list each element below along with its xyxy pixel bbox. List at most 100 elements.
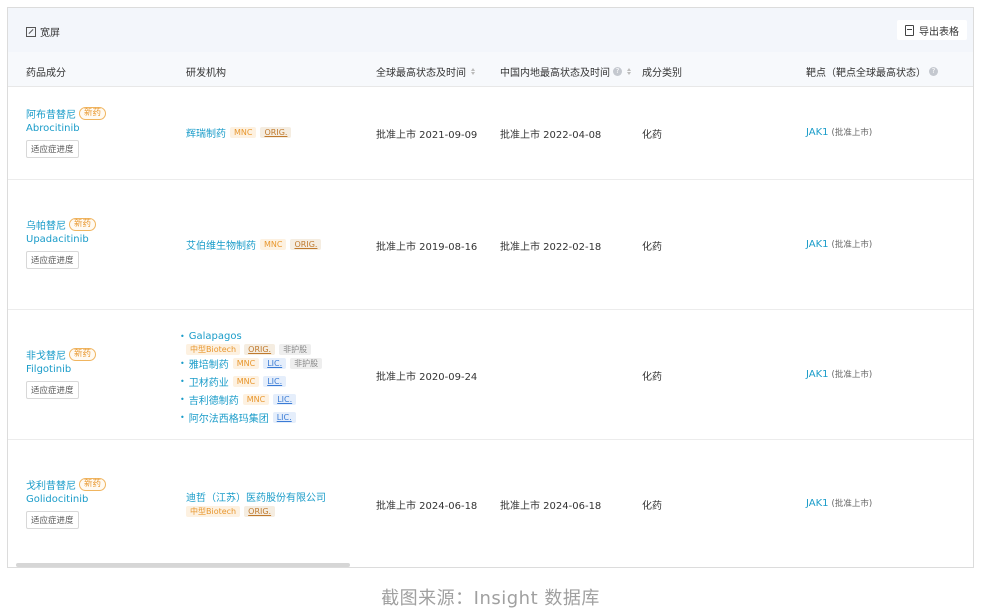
- export-label: 导出表格: [919, 26, 959, 38]
- screenshot-caption: 截图来源：Insight 数据库: [381, 588, 600, 609]
- sort-icon[interactable]: [471, 68, 475, 75]
- table-panel: 宽屏 导出表格 药品成分 研发机构 全球最高状态及时间 中国内地最高状态及时间 …: [7, 7, 974, 568]
- drug-en-name[interactable]: Upadacitinib: [26, 234, 96, 245]
- org-name[interactable]: 辉瑞制药: [186, 125, 226, 140]
- sort-icon[interactable]: [627, 68, 631, 75]
- org-cell: 艾伯维生物制药 MNC ORIG.: [186, 237, 322, 252]
- drug-cell: 阿布昔替尼 新药 Abrocitinib 适应症进度: [26, 106, 107, 158]
- target-link[interactable]: JAK1: [806, 239, 829, 250]
- indication-progress-button[interactable]: 适应症进度: [26, 251, 79, 269]
- new-drug-badge: 新药: [69, 348, 97, 361]
- orig-tag[interactable]: ORIG.: [290, 239, 322, 250]
- mnc-tag: MNC: [232, 358, 260, 369]
- wide-screen-label: 宽屏: [40, 28, 60, 39]
- drug-cn-name[interactable]: 阿布昔替尼: [26, 106, 76, 121]
- indication-progress-button[interactable]: 适应症进度: [26, 511, 79, 529]
- expand-icon: [26, 26, 36, 37]
- table-row: 乌帕替尼 新药 Upadacitinib 适应症进度 艾伯维生物制药 MNC OR…: [8, 179, 973, 310]
- table-row: 阿布昔替尼 新药 Abrocitinib 适应症进度 辉瑞制药 MNC ORIG.…: [8, 86, 973, 180]
- target-status: (批准上市): [831, 128, 873, 138]
- drug-cell: 非戈替尼 新药 Filgotinib 适应症进度: [26, 347, 97, 399]
- col-target: 靶点（靶点全球最高状态） ?: [806, 64, 938, 79]
- target-cell: JAK1 (批准上市): [806, 238, 872, 250]
- org-name[interactable]: 阿尔法西格玛集团: [189, 410, 269, 425]
- target-cell: JAK1 (批准上市): [806, 126, 872, 138]
- orig-tag[interactable]: ORIG.: [260, 127, 292, 138]
- biotech-tag: 中型Biotech: [186, 506, 241, 517]
- drug-cn-name[interactable]: 乌帕替尼: [26, 217, 66, 232]
- table-row: 非戈替尼 新药 Filgotinib 适应症进度 • Galapagos 中型Bio…: [8, 309, 973, 440]
- target-cell: JAK1 (批准上市): [806, 368, 872, 380]
- org-item: • Galapagos: [180, 331, 242, 342]
- table-header: 药品成分 研发机构 全球最高状态及时间 中国内地最高状态及时间 ? 成分类别 靶…: [8, 52, 973, 87]
- toolbar: 宽屏 导出表格: [8, 8, 973, 52]
- org-item: • 阿尔法西格玛集团 LIC.: [180, 410, 322, 425]
- indication-progress-button[interactable]: 适应症进度: [26, 381, 79, 399]
- lic-tag[interactable]: LIC.: [273, 394, 297, 405]
- org-item: • 卫材药业 MNC LIC.: [180, 374, 322, 389]
- lic-tag[interactable]: LIC.: [263, 376, 287, 387]
- target-status: (批准上市): [831, 240, 873, 250]
- org-item: • 吉利德制药 MNC LIC.: [180, 392, 322, 407]
- target-status: (批准上市): [831, 370, 873, 380]
- non-listed-tag: 非护股: [290, 358, 323, 369]
- component-type: 化药: [642, 130, 662, 141]
- drug-en-name[interactable]: Golidocitinib: [26, 494, 106, 505]
- org-name[interactable]: 卫材药业: [189, 374, 229, 389]
- biotech-tag: 中型Biotech: [186, 344, 241, 355]
- org-cell: 辉瑞制药 MNC ORIG.: [186, 125, 292, 140]
- target-status: (批准上市): [831, 499, 873, 509]
- wide-screen-button[interactable]: 宽屏: [26, 24, 60, 39]
- target-link[interactable]: JAK1: [806, 127, 829, 138]
- mnc-tag: MNC: [232, 376, 260, 387]
- china-status: 批准上市 2024-06-18: [500, 501, 602, 512]
- drug-en-name[interactable]: Filgotinib: [26, 364, 96, 375]
- orig-tag[interactable]: ORIG.: [244, 506, 276, 517]
- col-china-status[interactable]: 中国内地最高状态及时间 ?: [500, 64, 631, 79]
- non-listed-tag: 非护股: [279, 344, 312, 355]
- col-drug: 药品成分: [26, 68, 66, 79]
- component-type: 化药: [642, 501, 662, 512]
- org-name[interactable]: 吉利德制药: [189, 392, 239, 407]
- export-icon: [905, 24, 914, 36]
- global-status: 批准上市 2021-09-09: [376, 130, 478, 141]
- lic-tag[interactable]: LIC.: [263, 358, 287, 369]
- org-cell: 迪哲（江苏）医药股份有限公司 中型Biotech ORIG.: [186, 489, 326, 518]
- col-global-status[interactable]: 全球最高状态及时间: [376, 64, 475, 79]
- org-name[interactable]: 迪哲（江苏）医药股份有限公司: [186, 489, 326, 504]
- export-table-button[interactable]: 导出表格: [897, 20, 967, 40]
- new-drug-badge: 新药: [79, 107, 107, 120]
- target-link[interactable]: JAK1: [806, 369, 829, 380]
- china-status: 批准上市 2022-04-08: [500, 130, 602, 141]
- table-row: 戈利昔替尼 新药 Golidocitinib 适应症进度 迪哲（江苏）医药股份有限…: [8, 439, 973, 567]
- china-status: 批准上市 2022-02-18: [500, 242, 602, 253]
- component-type: 化药: [642, 242, 662, 253]
- drug-cn-name[interactable]: 非戈替尼: [26, 347, 66, 362]
- col-org: 研发机构: [186, 68, 226, 79]
- orig-tag[interactable]: ORIG.: [244, 344, 276, 355]
- lic-tag[interactable]: LIC.: [272, 412, 296, 423]
- org-cell: • Galapagos 中型Biotech ORIG. 非护股 • 雅培制药 MNC…: [180, 331, 323, 425]
- org-item: • 雅培制药 MNC LIC. 非护股: [180, 356, 323, 371]
- drug-cell: 乌帕替尼 新药 Upadacitinib 适应症进度: [26, 217, 97, 269]
- horizontal-scrollbar[interactable]: [16, 563, 350, 567]
- target-cell: JAK1 (批准上市): [806, 497, 872, 509]
- org-name[interactable]: Galapagos: [189, 331, 242, 342]
- global-status: 批准上市 2024-06-18: [376, 501, 478, 512]
- drug-cn-name[interactable]: 戈利昔替尼: [26, 477, 76, 492]
- drug-cell: 戈利昔替尼 新药 Golidocitinib 适应症进度: [26, 477, 107, 529]
- component-type: 化药: [642, 372, 662, 383]
- mnc-tag: MNC: [260, 239, 287, 250]
- mnc-tag: MNC: [242, 394, 270, 405]
- col-type: 成分类别: [642, 68, 682, 79]
- indication-progress-button[interactable]: 适应症进度: [26, 140, 79, 158]
- new-drug-badge: 新药: [69, 218, 97, 231]
- global-status: 批准上市 2019-08-16: [376, 242, 478, 253]
- target-link[interactable]: JAK1: [806, 498, 829, 509]
- org-name[interactable]: 雅培制药: [189, 356, 229, 371]
- help-icon[interactable]: ?: [613, 67, 622, 76]
- org-name[interactable]: 艾伯维生物制药: [186, 237, 256, 252]
- drug-en-name[interactable]: Abrocitinib: [26, 123, 106, 134]
- help-icon[interactable]: ?: [929, 67, 938, 76]
- new-drug-badge: 新药: [79, 478, 107, 491]
